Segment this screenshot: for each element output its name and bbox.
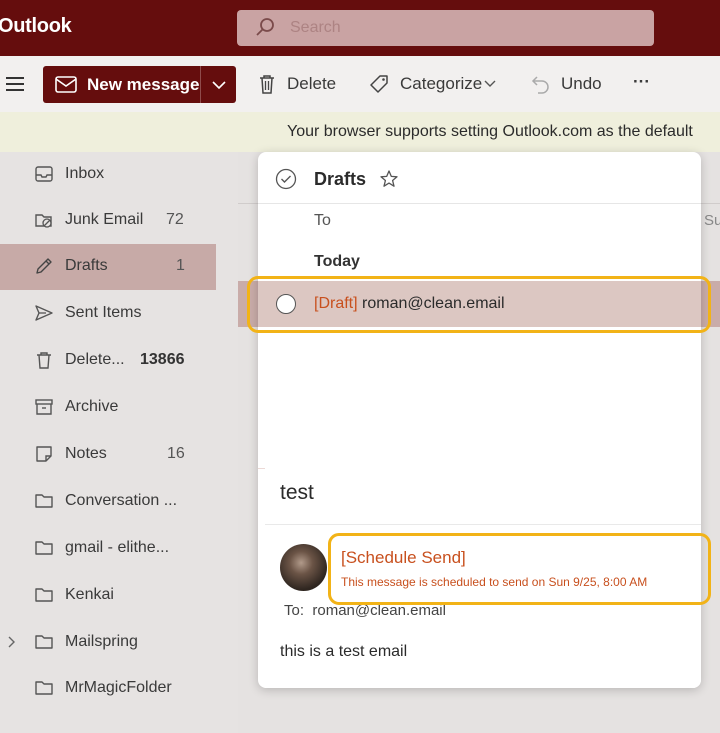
hamburger-menu-icon[interactable] (6, 76, 24, 92)
unread-count: 72 (166, 211, 184, 228)
folder-icon (35, 588, 53, 602)
sidebar-item-label: Drafts (65, 257, 108, 274)
split-divider (200, 66, 201, 103)
inbox-icon (35, 166, 53, 182)
drafts-popup-card: Drafts To Today [Draft] roman@clean.emai… (258, 152, 701, 688)
sidebar-item-label: Notes (65, 445, 107, 462)
sidebar-item-label: Inbox (65, 165, 105, 182)
sidebar-item-mrmagicfolder[interactable]: MrMagicFolder (0, 666, 216, 712)
message-body: this is a test email (280, 643, 408, 660)
date-group-header: Today (314, 253, 360, 270)
categorize-button[interactable]: Categorize (400, 74, 482, 94)
chevron-right-icon[interactable] (6, 635, 16, 649)
avatar[interactable] (280, 544, 327, 591)
pencil-icon (36, 258, 52, 274)
folder-icon (35, 681, 53, 695)
sidebar-item-inbox[interactable]: Inbox (0, 152, 216, 198)
sidebar-item-label: Delete... (65, 351, 125, 368)
chevron-down-icon[interactable] (483, 78, 497, 90)
card-header-divider (258, 203, 701, 204)
sidebar-item-deleted-items[interactable]: Delete... 13866 (0, 338, 216, 384)
sidebar-item-mailspring[interactable]: Mailspring (0, 620, 216, 666)
send-icon (35, 305, 53, 321)
sidebar-item-label: Mailspring (65, 633, 138, 650)
tag-icon[interactable] (368, 73, 390, 95)
sidebar-item-notes[interactable]: Notes 16 (0, 432, 216, 478)
envelope-icon (55, 76, 77, 93)
search-placeholder: Search (290, 19, 341, 36)
sidebar-item-conversation[interactable]: Conversation ... (0, 479, 216, 525)
new-message-label: New message (87, 75, 200, 94)
folder-sidebar: Inbox Junk Email 72 Drafts 1 Sent Items … (0, 152, 238, 733)
to-label: To: (284, 602, 305, 619)
folder-title: Drafts (314, 169, 367, 189)
search-box[interactable]: Search (237, 10, 654, 46)
new-message-button[interactable]: New message (43, 66, 236, 103)
sidebar-item-label: gmail - elithe... (65, 539, 170, 556)
chevron-down-icon[interactable] (211, 78, 227, 92)
sidebar-item-drafts[interactable]: Drafts 1 (0, 244, 216, 290)
message-subject: test (280, 481, 314, 504)
banner-text: Your browser supports setting Outlook.co… (287, 123, 693, 140)
sidebar-item-label: Archive (65, 398, 119, 415)
sidebar-item-junk-email[interactable]: Junk Email 72 (0, 198, 216, 244)
highlight-draft-row (247, 276, 711, 333)
trash-icon (37, 352, 51, 369)
junk-icon (35, 214, 52, 228)
sidebar-item-label: MrMagicFolder (65, 679, 172, 696)
column-header-fragment: Su (704, 212, 720, 229)
trash-icon[interactable] (256, 73, 278, 95)
star-icon[interactable] (379, 169, 399, 189)
folder-icon (35, 541, 53, 555)
folder-icon (35, 494, 53, 508)
to-column-header[interactable]: To (314, 212, 331, 230)
undo-icon[interactable] (530, 73, 552, 95)
subject-divider (265, 524, 701, 525)
sidebar-item-label: Sent Items (65, 304, 142, 321)
archive-icon (35, 399, 53, 415)
search-icon (256, 18, 274, 36)
highlight-schedule-send (328, 533, 711, 605)
select-all-checkmark-icon[interactable] (275, 168, 297, 190)
undo-button[interactable]: Undo (561, 74, 602, 94)
folder-icon (35, 635, 53, 649)
sidebar-item-label: Junk Email (65, 211, 144, 228)
unread-count: 16 (167, 445, 185, 462)
top-bar: Outlook Search (0, 0, 720, 56)
sidebar-item-kenkai[interactable]: Kenkai (0, 573, 216, 619)
unread-count: 1 (176, 257, 185, 274)
sidebar-item-gmail[interactable]: gmail - elithe... (0, 526, 216, 572)
more-options-button[interactable]: ··· (633, 72, 650, 92)
unread-count: 13866 (140, 351, 185, 368)
app-title[interactable]: Outlook (0, 15, 72, 38)
note-icon (36, 446, 52, 462)
delete-button[interactable]: Delete (287, 74, 336, 94)
default-browser-banner: Your browser supports setting Outlook.co… (0, 112, 720, 152)
sidebar-item-archive[interactable]: Archive (0, 385, 216, 431)
sidebar-item-label: Kenkai (65, 586, 114, 603)
sidebar-item-sent-items[interactable]: Sent Items (0, 291, 216, 337)
sidebar-item-label: Conversation ... (65, 492, 178, 509)
